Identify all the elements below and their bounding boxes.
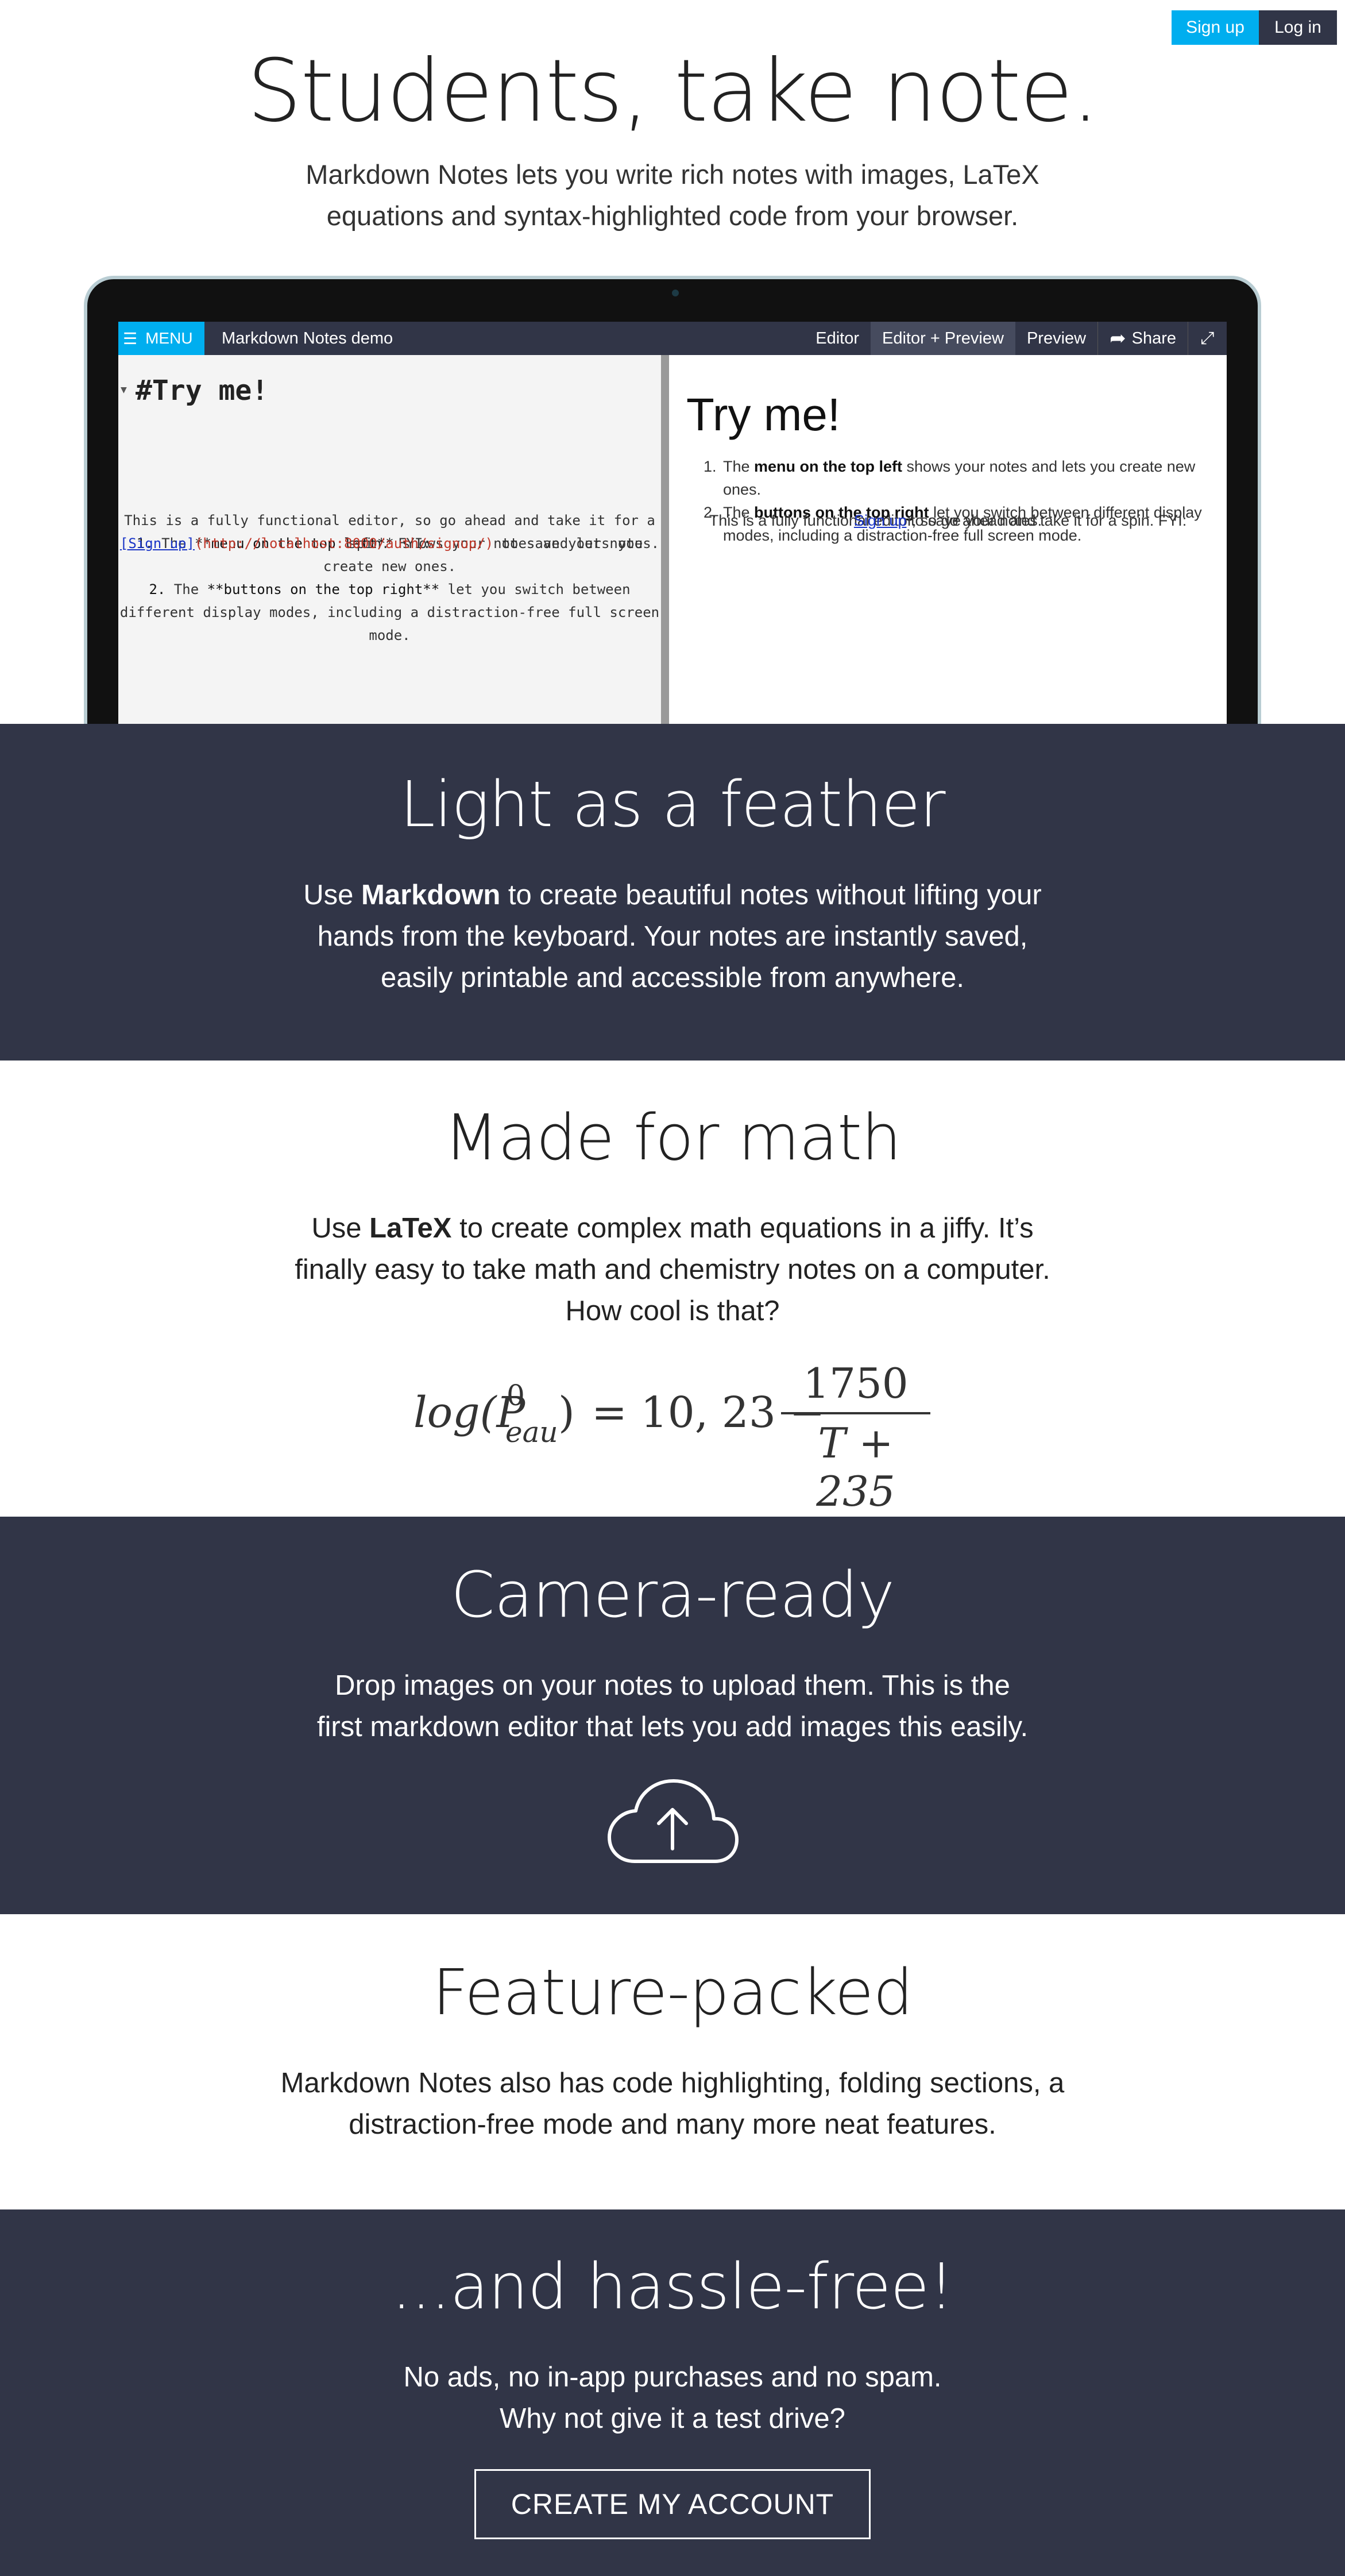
pane-divider[interactable] bbox=[661, 355, 669, 724]
editor-signup-line: [Sign up](http://localhost:8000/auth/sig… bbox=[118, 532, 661, 555]
hassle-text: No ads, no in-app purchases and no spam.… bbox=[385, 2357, 960, 2439]
editor-item2-pre: The bbox=[165, 581, 207, 597]
mode-tab-editor-preview[interactable]: Editor + Preview bbox=[871, 322, 1015, 355]
editor-item2-num: 2. bbox=[149, 581, 166, 597]
hassle-section: ...and hassle-free! No ads, no in-app pu… bbox=[0, 2209, 1345, 2576]
math-text-bold: LaTeX bbox=[369, 1213, 452, 1244]
camera-title: Camera-ready bbox=[450, 1558, 895, 1632]
share-button[interactable]: ➦ Share bbox=[1097, 322, 1188, 355]
features-title: Feature-packed bbox=[432, 1956, 913, 2029]
formula-denominator: T + 235 bbox=[816, 1419, 895, 1515]
markdown-editor-pane[interactable]: ▼ #Try me! This is a fully functional ed… bbox=[118, 355, 661, 724]
preview-item1-bold: menu on the top left bbox=[754, 458, 903, 475]
webcam-dot bbox=[672, 290, 679, 296]
editor-link-text: [Sign up] bbox=[119, 535, 195, 552]
hero-subtitle: Markdown Notes lets you write rich notes… bbox=[0, 154, 1345, 237]
hero-subtitle-line1: Markdown Notes lets you write rich notes… bbox=[306, 159, 1039, 190]
math-title: Made for math bbox=[444, 1101, 901, 1174]
hassle-title: ...and hassle-free! bbox=[391, 2250, 954, 2323]
hamburger-icon: ☰ bbox=[123, 329, 138, 348]
auth-buttons: Sign up Log in bbox=[1172, 10, 1337, 45]
math-text-pre: Use bbox=[311, 1213, 370, 1244]
editor-link-post: to save your notes. bbox=[493, 535, 660, 552]
fullscreen-icon: ⤢ bbox=[1200, 329, 1215, 348]
hero-subtitle-line2: equations and syntax-highlighted code fr… bbox=[326, 200, 1019, 231]
hassle-line2: Why not give it a test drive? bbox=[500, 2403, 845, 2434]
feather-text-pre: Use bbox=[303, 880, 362, 911]
login-button[interactable]: Log in bbox=[1259, 10, 1337, 45]
formula-subscript: eau bbox=[505, 1416, 558, 1449]
mode-tab-preview[interactable]: Preview bbox=[1015, 322, 1097, 355]
formula-superscript: 0 bbox=[507, 1379, 525, 1412]
share-arrow-icon: ➦ bbox=[1110, 327, 1126, 349]
fold-triangle-icon[interactable]: ▼ bbox=[121, 384, 127, 396]
editor-link-url: (http://localhost:8000/auth/signup/) bbox=[194, 535, 494, 552]
latex-formula: log(P 0 eau ) = 10, 23 − 1750 T + 235 bbox=[413, 1359, 942, 1515]
formula-close-paren: ) bbox=[558, 1388, 575, 1437]
formula-numerator: 1750 bbox=[803, 1359, 909, 1407]
hero-section: Students, take note. Markdown Notes lets… bbox=[0, 0, 1345, 724]
preview-list: The menu on the top left shows your note… bbox=[721, 455, 1209, 547]
hero-title: Students, take note. bbox=[247, 41, 1099, 141]
laptop-frame: ☰ MENU Markdown Notes demo Editor Editor… bbox=[84, 276, 1261, 724]
fraction-bar bbox=[781, 1412, 930, 1414]
hassle-line1: No ads, no in-app purchases and no spam. bbox=[403, 2362, 942, 2393]
math-text: Use LaTeX to create complex math equatio… bbox=[293, 1208, 1052, 1332]
preview-list-item: The menu on the top left shows your note… bbox=[721, 455, 1209, 501]
cloud-upload-icon bbox=[608, 1779, 739, 1863]
feather-section: Light as a feather Use Markdown to creat… bbox=[0, 724, 1345, 1061]
editor-heading-line: ▼ #Try me! bbox=[121, 375, 647, 407]
demo-editor-app: ☰ MENU Markdown Notes demo Editor Editor… bbox=[118, 322, 1227, 724]
preview-signup-line: Sign up to save your notes. bbox=[669, 509, 1227, 532]
editor-heading: #Try me! bbox=[136, 375, 269, 407]
camera-text: Drop images on your notes to upload them… bbox=[316, 1670, 1029, 1742]
preview-heading: Try me! bbox=[686, 389, 841, 440]
menu-button[interactable]: ☰ MENU bbox=[118, 322, 204, 355]
menu-label: MENU bbox=[145, 329, 193, 347]
formula-fraction: 1750 T + 235 bbox=[781, 1359, 930, 1515]
preview-signup-link[interactable]: Sign up bbox=[854, 512, 907, 529]
create-account-button[interactable]: CREATE MY ACCOUNT bbox=[474, 2469, 871, 2539]
camera-section: Camera-ready Drop images on your notes t… bbox=[0, 1517, 1345, 1914]
editor-item2-bold: **buttons on the top right** bbox=[207, 581, 440, 597]
preview-item1-pre: The bbox=[723, 458, 755, 475]
math-section: Made for math Use LaTeX to create comple… bbox=[0, 1061, 1345, 1517]
app-toolbar: ☰ MENU Markdown Notes demo Editor Editor… bbox=[118, 322, 1227, 355]
features-section: Feature-packed Markdown Notes also has c… bbox=[0, 1914, 1345, 2209]
share-label: Share bbox=[1131, 329, 1176, 348]
signup-button[interactable]: Sign up bbox=[1172, 10, 1259, 45]
document-title: Markdown Notes demo bbox=[222, 329, 393, 348]
feather-title: Light as a feather bbox=[400, 768, 945, 841]
preview-signup-post: to save your notes. bbox=[906, 512, 1042, 529]
mode-tab-editor[interactable]: Editor bbox=[804, 322, 871, 355]
feather-text-bold: Markdown bbox=[361, 880, 501, 911]
feather-text: Use Markdown to create beautiful notes w… bbox=[293, 874, 1052, 998]
fullscreen-button[interactable]: ⤢ bbox=[1188, 322, 1227, 355]
preview-pane: Try me! This is a fully functional edito… bbox=[669, 355, 1227, 724]
features-text: Markdown Notes also has code highlightin… bbox=[280, 2068, 1065, 2140]
